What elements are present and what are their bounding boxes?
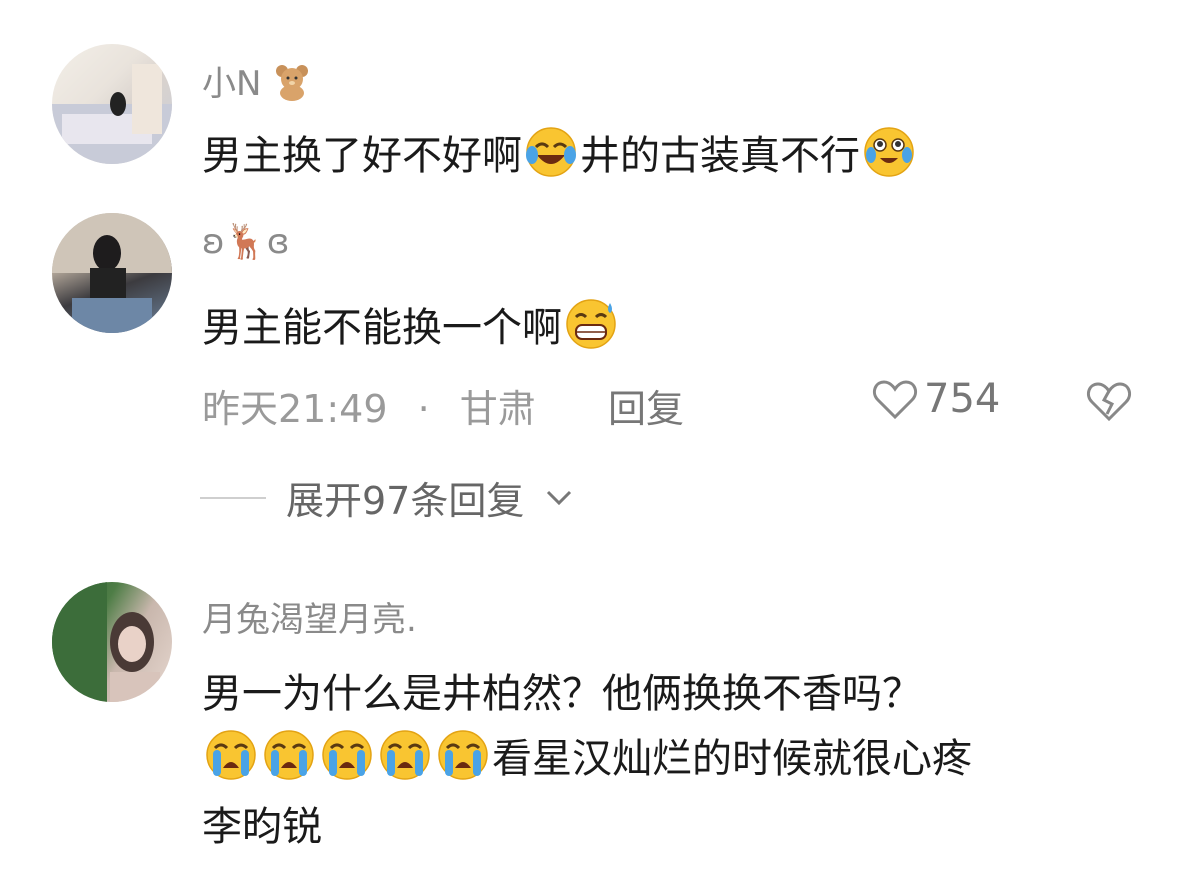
avatar[interactable] [52,44,172,164]
timestamp: 昨天21:49 [202,387,388,431]
expand-replies[interactable]: 展开97条回复 [200,470,574,525]
comment-text-part: 男主能不能换一个啊 [202,305,562,351]
loudly-crying-icon [322,730,372,780]
expand-replies-label: 展开97条回复 [286,479,525,523]
reply-button[interactable]: 回复 [608,378,684,433]
username[interactable]: 月兔渴望月亮. [202,592,417,641]
separator: · [417,387,430,431]
avatar-image [52,64,172,164]
heart-icon [872,380,918,420]
comment-text: 男主换了好不好啊 井的古装真不行 [202,124,918,188]
comment-text: 李昀锐 [202,804,322,850]
broken-heart-icon [1086,382,1132,422]
dislike-button[interactable] [1086,380,1132,426]
comment-text: 男主能不能换一个啊 [202,296,620,360]
avatar-image [52,213,172,333]
avatar[interactable] [52,582,172,702]
comment-text: 看星汉灿烂的时候就很心疼 [202,727,972,791]
username-text: 小N [202,64,262,104]
like-button[interactable]: 754 [872,376,1000,422]
grinning-sweat-icon [566,299,616,349]
crying-laughing-icon [864,127,914,177]
username[interactable]: 小N [202,56,312,105]
loudly-crying-icon [438,730,488,780]
loudly-crying-icon [206,730,256,780]
avatar[interactable] [52,213,172,333]
teddy-bear-icon [276,65,309,101]
username[interactable]: ʚ🦌ɞ [202,222,290,262]
loudly-crying-icon [264,730,314,780]
comment-text-part: 井的古装真不行 [580,133,860,179]
comment-text-part: 男主换了好不好啊 [202,133,522,179]
like-count: 754 [924,376,1001,422]
comment-meta: 昨天21:49 · 甘肃 [202,378,536,433]
emoji-row [202,730,492,782]
avatar-image [52,582,160,702]
comment-text: 男一为什么是井柏然？他俩换换不香吗？ [202,671,922,717]
comment-text-part: 看星汉灿烂的时候就很心疼 [492,736,972,782]
laughing-tears-icon [526,127,576,177]
location: 甘肃 [459,387,536,431]
chevron-down-icon [547,490,572,505]
divider [200,496,266,499]
loudly-crying-icon [380,730,430,780]
